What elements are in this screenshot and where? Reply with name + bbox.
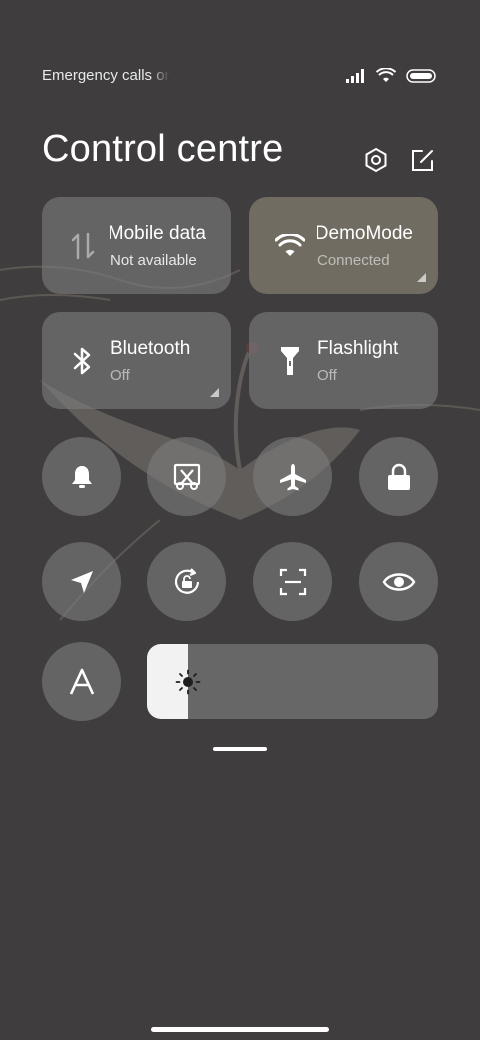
tile-label: Mobile data xyxy=(110,223,206,244)
status-icons xyxy=(346,66,436,86)
toggle-bell[interactable] xyxy=(42,437,121,516)
page-title: Control centre xyxy=(42,128,284,170)
tile-mobile-data[interactable]: Mobile data Not available xyxy=(42,197,231,294)
brightness-slider[interactable] xyxy=(147,644,438,719)
tile-label: Flashlight xyxy=(317,338,399,359)
bell-icon xyxy=(71,465,92,488)
edit-icon[interactable] xyxy=(409,146,437,174)
eye-icon xyxy=(382,572,415,591)
sun-icon xyxy=(175,669,201,695)
toggle-font[interactable] xyxy=(42,642,121,721)
lock-icon xyxy=(387,463,410,490)
tile-bluetooth[interactable]: Bluetooth Off xyxy=(42,312,231,409)
scan-icon xyxy=(279,568,306,595)
tile-status: Off xyxy=(317,367,337,384)
tile-label: Bluetooth xyxy=(110,338,191,359)
wifi-icon xyxy=(376,68,396,82)
airplane-icon xyxy=(279,463,306,490)
toggle-reading-mode[interactable] xyxy=(359,542,438,621)
toggle-airplane[interactable] xyxy=(253,437,332,516)
wifi-icon xyxy=(275,231,305,261)
toggle-screenshot[interactable] xyxy=(147,437,226,516)
battery-icon xyxy=(406,69,436,83)
settings-icon[interactable] xyxy=(362,146,390,174)
font-icon xyxy=(69,668,94,695)
toggle-scan[interactable] xyxy=(253,542,332,621)
tile-label: DemoMode xyxy=(317,223,413,244)
panel-drag-handle[interactable] xyxy=(213,747,267,751)
rotation-lock-icon xyxy=(174,567,199,594)
tile-flashlight[interactable]: Flashlight Off xyxy=(249,312,438,409)
tile-wifi[interactable]: DemoMode Connected xyxy=(249,197,438,294)
flashlight-icon xyxy=(275,346,305,376)
tile-status: Not available xyxy=(110,252,197,269)
toggle-location[interactable] xyxy=(42,542,121,621)
expand-corner-icon xyxy=(417,273,426,282)
tile-status: Connected xyxy=(317,252,390,269)
signal-icon xyxy=(346,69,364,83)
status-carrier-text: Emergency calls only xyxy=(42,67,170,84)
mobile-data-icon xyxy=(68,231,98,261)
bluetooth-icon xyxy=(68,346,98,376)
toggle-lock[interactable] xyxy=(359,437,438,516)
home-indicator[interactable] xyxy=(151,1027,329,1032)
tile-status: Off xyxy=(110,367,130,384)
location-icon xyxy=(70,570,93,593)
expand-corner-icon xyxy=(210,388,219,397)
screenshot-icon xyxy=(173,463,200,490)
toggle-rotation-lock[interactable] xyxy=(147,542,226,621)
